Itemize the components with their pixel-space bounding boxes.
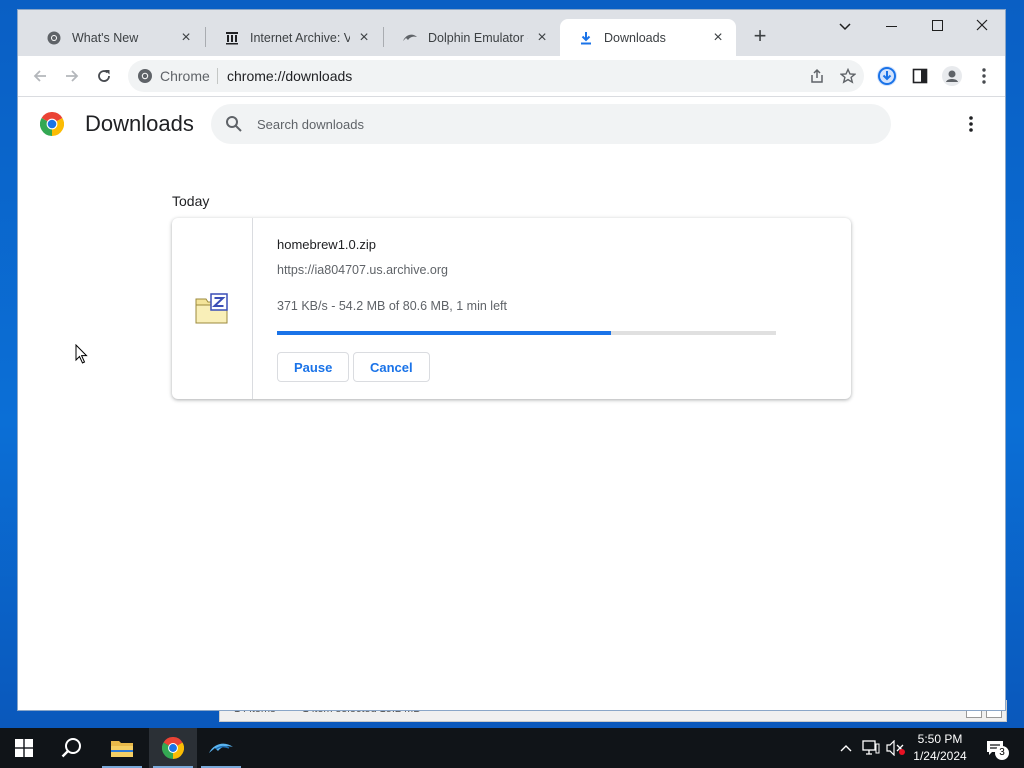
kebab-menu-icon (969, 116, 973, 132)
close-icon (976, 19, 988, 31)
chrome-icon (136, 67, 154, 85)
browser-toolbar: Chrome chrome://downloads (18, 56, 1005, 97)
downloads-more-actions-button[interactable] (959, 112, 983, 136)
tab-label: Dolphin Emulator - D (428, 30, 528, 45)
tab-internet-archive[interactable]: Internet Archive: Vie × (206, 19, 382, 56)
cancel-button[interactable]: Cancel (353, 352, 430, 382)
dolphin-icon (402, 30, 418, 46)
chevron-down-icon (839, 23, 851, 31)
notification-count-badge: 3 (995, 746, 1009, 760)
windows-logo-icon (15, 739, 33, 757)
downloads-page: Downloads Today homebrew1.0.zip https://… (18, 97, 1005, 710)
taskbar-dolphin[interactable] (197, 728, 245, 768)
tab-label: Internet Archive: Vie (250, 30, 350, 45)
kebab-menu-icon (982, 68, 986, 84)
taskbar-search-button[interactable] (48, 728, 96, 768)
profile-button[interactable] (940, 64, 964, 88)
download-progress-icon (877, 66, 897, 86)
tab-search-button[interactable] (822, 14, 868, 38)
new-tab-button[interactable]: + (748, 25, 772, 49)
mouse-cursor-icon (75, 344, 88, 364)
chrome-icon (162, 737, 184, 759)
close-tab-icon[interactable]: × (178, 29, 194, 46)
search-icon (226, 116, 242, 132)
taskbar-clock[interactable]: 5:50 PM 1/24/2024 (900, 731, 980, 765)
clock-date: 1/24/2024 (913, 749, 967, 763)
chrome-menu-button[interactable] (972, 64, 996, 88)
archive-icon (224, 30, 240, 46)
side-panel-icon (912, 68, 928, 84)
close-tab-icon[interactable]: × (356, 29, 372, 46)
reload-icon (98, 70, 110, 82)
arrow-right-icon (66, 70, 79, 82)
search-box[interactable] (211, 104, 891, 144)
minimize-button[interactable] (868, 14, 914, 38)
windows-taskbar: 5:50 PM 1/24/2024 3 (0, 728, 1024, 768)
close-window-button[interactable] (959, 14, 1005, 38)
minimize-icon (885, 26, 897, 27)
date-header: Today (172, 193, 210, 209)
notification-icon: 3 (986, 740, 1009, 760)
chrome-window: What's New × Internet Archive: Vie × Dol… (18, 10, 1005, 710)
chevron-up-icon (840, 745, 852, 752)
taskbar-chrome[interactable] (149, 728, 197, 768)
network-icon[interactable] (860, 728, 882, 768)
search-input[interactable] (257, 104, 857, 144)
maximize-button[interactable] (914, 14, 960, 38)
share-icon[interactable] (808, 67, 826, 85)
tab-dolphin-emulator[interactable]: Dolphin Emulator - D × (384, 19, 560, 56)
tab-label: What's New (72, 30, 139, 45)
search-icon (61, 738, 81, 758)
download-progress-bar (277, 331, 776, 335)
arrow-left-icon (33, 70, 46, 82)
reload-button[interactable] (92, 64, 116, 88)
tab-downloads[interactable]: Downloads × (560, 19, 736, 56)
side-panel-button[interactable] (908, 64, 932, 88)
clock-time: 5:50 PM (917, 732, 963, 746)
close-tab-icon[interactable]: × (534, 29, 550, 46)
zip-file-icon[interactable] (195, 293, 229, 325)
dolphin-icon (209, 743, 233, 753)
taskbar-file-explorer[interactable] (98, 728, 146, 768)
chrome-icon (46, 30, 62, 46)
site-label: Chrome (160, 68, 210, 84)
tab-strip: What's New × Internet Archive: Vie × Dol… (18, 10, 1005, 56)
download-progress-fill (277, 331, 612, 335)
tab-label: Downloads (604, 30, 666, 45)
back-button[interactable] (28, 64, 52, 88)
address-bar[interactable]: Chrome chrome://downloads (128, 60, 864, 92)
maximize-icon (931, 20, 943, 31)
forward-button[interactable] (60, 64, 84, 88)
start-button[interactable] (0, 728, 48, 768)
page-title: Downloads (85, 111, 194, 136)
download-icon (578, 30, 594, 46)
folder-icon (111, 741, 133, 757)
download-item-card: homebrew1.0.zip https://ia804707.us.arch… (172, 218, 851, 399)
close-tab-icon[interactable]: × (710, 29, 726, 46)
chrome-logo-icon (40, 112, 64, 136)
download-source-url[interactable]: https://ia804707.us.archive.org (277, 263, 448, 277)
bookmark-star-icon[interactable] (839, 67, 857, 85)
pause-button[interactable]: Pause (277, 352, 350, 382)
file-icon-column (172, 218, 253, 399)
action-center-button[interactable]: 3 (980, 728, 1010, 768)
url-text[interactable]: chrome://downloads (227, 60, 352, 92)
download-status: 371 KB/s - 54.2 MB of 80.6 MB, 1 min lef… (277, 299, 507, 313)
profile-icon (942, 66, 962, 86)
show-hidden-icons-button[interactable] (836, 728, 856, 768)
downloads-toolbar-button[interactable] (875, 64, 899, 88)
tab-whats-new[interactable]: What's New × (28, 19, 204, 56)
download-filename[interactable]: homebrew1.0.zip (277, 237, 376, 252)
